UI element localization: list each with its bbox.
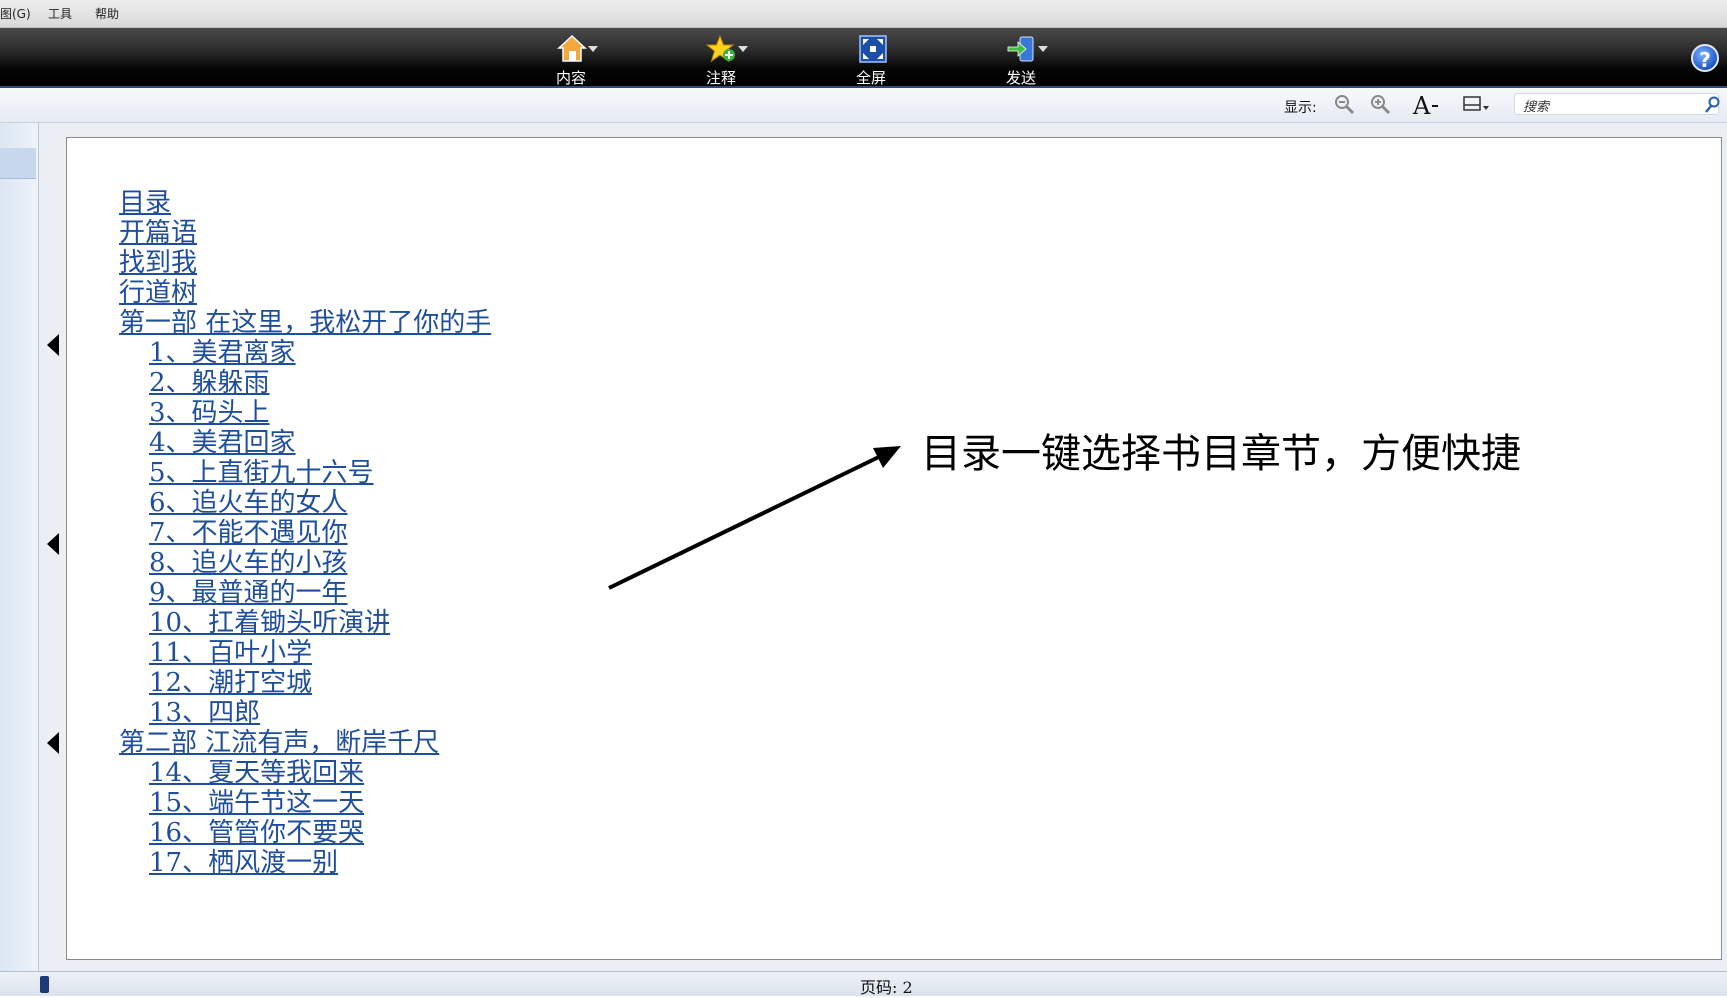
toc-link[interactable]: 找到我	[119, 248, 197, 278]
status-bar: 页码: 2	[0, 971, 1727, 997]
chevron-down-icon	[1038, 46, 1048, 52]
toc-item: 6、追火车的女人	[119, 488, 491, 518]
toc-link[interactable]: 目录	[119, 188, 171, 218]
toc-item: 第一部 在这里，我松开了你的手	[119, 308, 491, 338]
toc-item: 9、最普通的一年	[119, 578, 491, 608]
toc-item: 找到我	[119, 248, 491, 278]
annotation-text: 目录一键选择书目章节，方便快捷	[921, 431, 1521, 477]
toc-link[interactable]: 行道树	[119, 278, 197, 308]
toc-link[interactable]: 2、躲躲雨	[149, 368, 270, 398]
fullscreen-label: 全屏	[855, 69, 886, 87]
annotations-button[interactable]: 注释	[676, 30, 766, 87]
toc-item: 8、追火车的小孩	[119, 548, 491, 578]
toc-item: 7、不能不遇见你	[119, 518, 491, 548]
document-page: 目录 开篇语 找到我 行道树 第一部 在这里，我松开了你的手 1、美君离家 2、躲躲雨 3、码…	[66, 137, 1722, 960]
menu-bar: 图(G) 工具 帮助	[0, 0, 1727, 28]
table-of-contents: 目录 开篇语 找到我 行道树 第一部 在这里，我松开了你的手 1、美君离家 2、躲躲雨 3、码…	[119, 188, 491, 878]
toc-link[interactable]: 16、管管你不要哭	[149, 818, 364, 848]
toc-link[interactable]: 8、追火车的小孩	[149, 548, 348, 578]
send-button[interactable]: 发送	[976, 30, 1066, 87]
send-label: 发送	[1005, 69, 1036, 87]
toc-item: 14、夏天等我回来	[119, 758, 491, 788]
toc-link[interactable]: 3、码头上	[149, 398, 270, 428]
toc-item: 行道树	[119, 278, 491, 308]
toc-item: 11、百叶小学	[119, 638, 491, 668]
collapse-arrow-icon[interactable]	[47, 533, 59, 555]
home-icon	[556, 34, 588, 64]
menu-item-tools[interactable]: 工具	[48, 5, 72, 22]
collapse-arrow-icon[interactable]	[47, 732, 59, 754]
toc-link[interactable]: 5、上直街九十六号	[149, 458, 374, 488]
toc-link[interactable]: 10、扛着锄头听演讲	[149, 608, 390, 638]
main-toolbar: 内容 注释 全屏 发送 ?	[0, 28, 1727, 88]
toc-link[interactable]: 15、端午节这一天	[149, 788, 364, 818]
toc-item: 12、潮打空城	[119, 668, 491, 698]
zoom-out-icon[interactable]	[1334, 94, 1356, 116]
search-icon[interactable]	[1705, 96, 1721, 118]
view-bar: 显示: A 搜索	[0, 88, 1727, 123]
contents-label: 内容	[555, 69, 586, 87]
toc-link[interactable]: 4、美君回家	[149, 428, 296, 458]
toc-item: 开篇语	[119, 218, 491, 248]
contents-button[interactable]: 内容	[526, 30, 616, 87]
menu-item-view[interactable]: 图(G)	[0, 5, 31, 22]
toc-item: 16、管管你不要哭	[119, 818, 491, 848]
toc-link[interactable]: 第二部 江流有声，断岸千尺	[119, 728, 439, 758]
toc-link[interactable]: 1、美君离家	[149, 338, 296, 368]
send-icon	[1006, 34, 1038, 64]
toc-item: 17、栖风渡一别	[119, 848, 491, 878]
toc-item: 第二部 江流有声，断岸千尺	[119, 728, 491, 758]
help-button[interactable]: ?	[1691, 44, 1719, 72]
page-number: 页码: 2	[860, 978, 913, 997]
annotations-label: 注释	[705, 69, 736, 87]
toc-item: 13、四郎	[119, 698, 491, 728]
toc-link[interactable]: 7、不能不遇见你	[149, 518, 348, 548]
toc-link[interactable]: 6、追火车的女人	[149, 488, 348, 518]
toc-item: 2、躲躲雨	[119, 368, 491, 398]
toc-item: 1、美君离家	[119, 338, 491, 368]
toc-item: 5、上直街九十六号	[119, 458, 491, 488]
annotation-arrow-icon	[608, 446, 901, 590]
toc-link[interactable]: 11、百叶小学	[149, 638, 312, 668]
star-icon	[706, 34, 738, 64]
toc-link[interactable]: 12、潮打空城	[149, 668, 312, 698]
font-size-icon[interactable]: A	[1412, 92, 1442, 120]
display-label: 显示:	[1284, 100, 1317, 116]
left-panel	[0, 123, 39, 971]
toc-item: 4、美君回家	[119, 428, 491, 458]
toc-link[interactable]: 开篇语	[119, 218, 197, 248]
fullscreen-icon	[856, 34, 888, 64]
left-panel-tab[interactable]	[0, 148, 36, 179]
toc-link[interactable]: 13、四郎	[149, 698, 260, 728]
chevron-down-icon	[588, 46, 598, 52]
collapse-arrow-icon[interactable]	[47, 334, 59, 356]
search-input[interactable]: 搜索	[1514, 93, 1719, 115]
toc-item: 15、端午节这一天	[119, 788, 491, 818]
status-indicator-icon	[40, 976, 49, 993]
menu-item-help[interactable]: 帮助	[95, 5, 119, 22]
toc-item: 10、扛着锄头听演讲	[119, 608, 491, 638]
toc-item: 目录	[119, 188, 491, 218]
toc-item: 3、码头上	[119, 398, 491, 428]
toc-link[interactable]: 17、栖风渡一别	[149, 848, 338, 878]
toc-link[interactable]: 9、最普通的一年	[149, 578, 348, 608]
svg-text:A: A	[1412, 92, 1431, 118]
chevron-down-icon	[738, 46, 748, 52]
layout-icon[interactable]	[1462, 94, 1490, 116]
toc-link[interactable]: 14、夏天等我回来	[149, 758, 364, 788]
toc-link[interactable]: 第一部 在这里，我松开了你的手	[119, 308, 491, 338]
fullscreen-button[interactable]: 全屏	[826, 30, 916, 87]
zoom-in-icon[interactable]	[1370, 94, 1392, 116]
